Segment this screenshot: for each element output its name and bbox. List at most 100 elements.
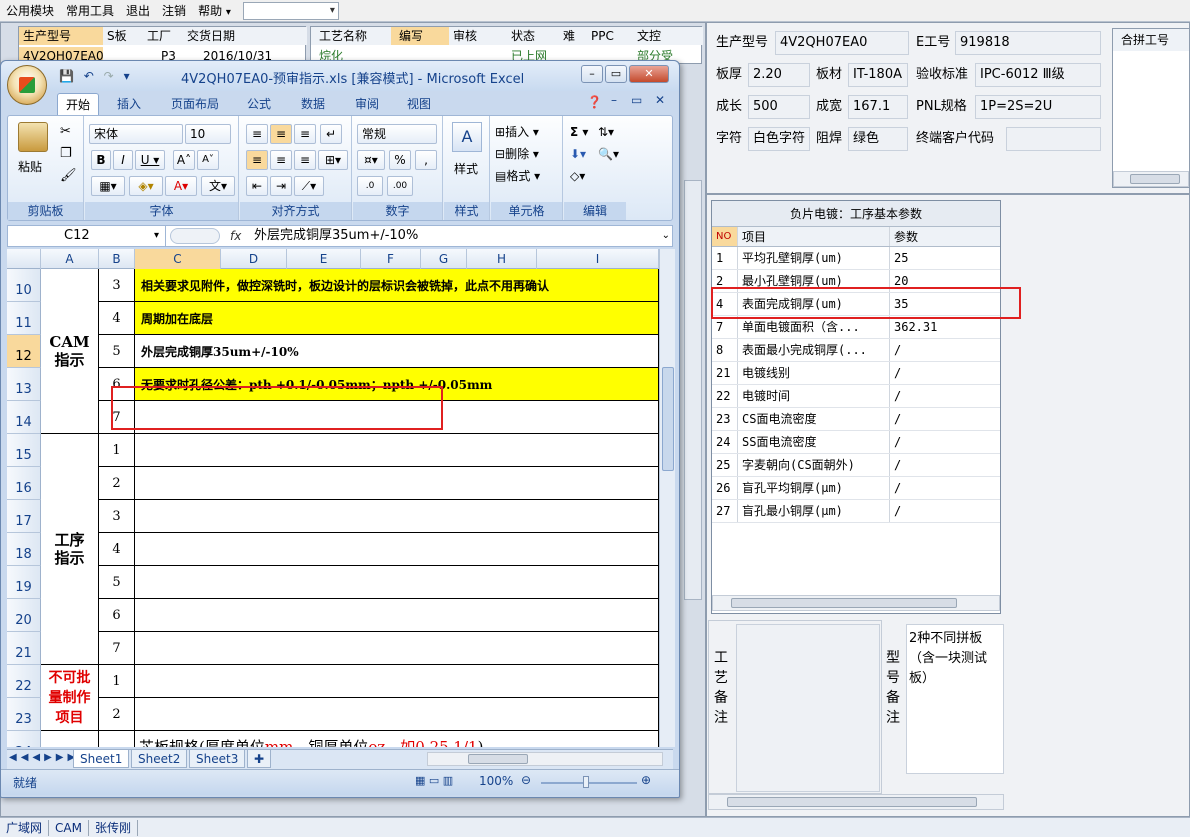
align-right-icon[interactable]: ≡ [294,150,316,170]
bg-col-difficulty[interactable]: 难 [559,27,587,45]
paste-button[interactable]: 粘贴 [18,158,42,175]
param-col-item[interactable]: 项目 [738,227,890,246]
param-row[interactable]: 25 字麦朝向(CS面朝外) / [712,454,1000,477]
field-pnl[interactable]: 1P=2S=2U [975,95,1101,119]
help-icon[interactable]: ❓ [587,95,602,109]
field-char[interactable]: 白色字符 [748,127,810,151]
close-icon[interactable]: ✕ [629,65,669,83]
nobatch-item-number[interactable]: 2 [99,698,135,731]
tab-view[interactable]: 视图 [399,93,439,115]
ribbon-close-icon[interactable]: ✕ [655,93,665,107]
core-spec-header[interactable]: 芯板规格(厚度单位mm，铜厚单位oz，如0.25 1/1) [135,731,659,747]
maximize-icon[interactable]: ▭ [605,65,627,83]
sheet-tab-2[interactable]: Sheet2 [131,750,188,768]
comma-icon[interactable]: , [415,150,437,170]
wrap-text-icon[interactable]: ↵ [320,124,342,144]
sort-filter-icon[interactable]: ⇅▾ [598,122,614,142]
phonetic-icon[interactable]: 文▾ [201,176,235,196]
tab-home[interactable]: 开始 [57,93,100,115]
cell-b24[interactable] [99,731,135,747]
menu-logout[interactable]: 注销 [156,0,192,22]
col-header-a[interactable]: A [41,249,99,269]
field-length[interactable]: 500 [748,95,810,119]
process-item-number[interactable]: 5 [99,566,135,599]
nobatch-item-text[interactable] [135,665,659,698]
formula-zoom-handle[interactable] [170,228,220,244]
bg-col-doc[interactable]: 文控 [633,27,703,45]
autosum-icon[interactable]: Σ ▾ [570,122,588,142]
field-e-no[interactable]: 919818 [955,31,1101,55]
row-header[interactable]: 14 [7,401,41,434]
notes-hscroll[interactable] [708,794,1004,810]
zoom-slider[interactable] [541,782,637,784]
select-all-corner[interactable] [7,249,41,269]
process-item-text[interactable] [135,566,659,599]
align-top-icon[interactable]: ≡ [246,124,268,144]
row-header[interactable]: 19 [7,566,41,599]
zoom-in-icon[interactable]: ⊕ [641,773,651,787]
styles-icon[interactable]: A [452,122,482,152]
cam-item-text[interactable]: 相关要求见附件，做控深铣时，板边设计的层标识会被铣掉，此点不用再确认 [135,269,659,302]
increase-decimal-icon[interactable]: .0 [357,176,383,196]
format-cells-button[interactable]: ▤格式 ▾ [495,166,540,186]
param-row[interactable]: 1 平均孔壁铜厚(um) 25 [712,247,1000,270]
process-item-number[interactable]: 7 [99,632,135,665]
align-middle-icon[interactable]: ≡ [270,124,292,144]
bg-col-model[interactable]: 生产型号 [19,27,103,45]
field-mask[interactable]: 绿色 [848,127,908,151]
bg-col-ppc[interactable]: PPC [587,27,633,45]
field-material[interactable]: IT-180A [848,63,908,87]
menu-public-modules[interactable]: 公用模块 [0,0,60,22]
ribbon-minimize-icon[interactable]: – [611,93,617,107]
col-header-h[interactable]: H [467,249,537,269]
fill-color-icon[interactable]: ◈▾ [129,176,163,196]
excel-titlebar[interactable]: 💾 ↶ ↷ ▾ 4V2QH07EA0-预审指示.xls [兼容模式] - Mic… [1,61,679,91]
param-row[interactable]: 26 盲孔平均铜厚(μm) / [712,477,1000,500]
field-width[interactable]: 167.1 [848,95,908,119]
param-row[interactable]: 21 电镀线别 / [712,362,1000,385]
toolbar-dropdown[interactable] [242,1,339,20]
row-header[interactable]: 22 [7,665,41,698]
row-header[interactable]: 18 [7,533,41,566]
process-item-number[interactable]: 3 [99,500,135,533]
param-row[interactable]: 27 盲孔最小铜厚(μm) / [712,500,1000,523]
process-item-text[interactable] [135,500,659,533]
chevron-down-icon[interactable]: ▾ [124,69,130,83]
decrease-decimal-icon[interactable]: .00 [387,176,413,196]
cam-item-text[interactable]: 外层完成铜厚35um+/-10% [135,335,659,368]
row-header[interactable]: 16 [7,467,41,500]
param-row[interactable]: 7 单面电镀面积（含... 362.31 [712,316,1000,339]
row-header[interactable]: 24 [7,731,41,747]
field-prod-model[interactable]: 4V2QH07EA0 [775,31,909,55]
font-shrink-icon[interactable]: A˅ [197,150,219,170]
redo-icon[interactable]: ↷ [104,69,114,83]
decrease-indent-icon[interactable]: ⇤ [246,176,268,196]
cam-instruction-label[interactable]: CAM 指示 [41,269,99,434]
bg-col-author[interactable]: 编写 [391,27,449,45]
process-item-text[interactable] [135,599,659,632]
cam-item-number[interactable]: 4 [99,302,135,335]
font-name-select[interactable]: 宋体 [89,124,183,144]
formula-content[interactable]: 外层完成铜厚35um+/-10% [254,226,418,246]
merge-center-icon[interactable]: ⊞▾ [318,150,348,170]
menu-common-tools[interactable]: 常用工具 [60,0,120,22]
expand-formula-icon[interactable]: ⌄ [662,226,670,246]
bg-col-review[interactable]: 审核 [449,27,507,45]
process-item-number[interactable]: 6 [99,599,135,632]
field-customer[interactable] [1006,127,1101,151]
col-header-g[interactable]: G [421,249,467,269]
align-bottom-icon[interactable]: ≡ [294,124,316,144]
col-header-d[interactable]: D [221,249,287,269]
row-header[interactable]: 12 [7,335,41,368]
align-center-icon[interactable]: ≡ [270,150,292,170]
row-header[interactable]: 21 [7,632,41,665]
row-header[interactable]: 11 [7,302,41,335]
col-header-f[interactable]: F [361,249,421,269]
bg-col-factory[interactable]: 工厂 [143,27,183,45]
zoom-slider-handle[interactable] [583,776,589,788]
process-instruction-label[interactable]: 工序 指示 [41,434,99,665]
view-mode-icons[interactable]: ▦ ▭ ▥ [415,774,453,787]
bg-col-date[interactable]: 交货日期 [183,27,307,45]
param-row[interactable]: 23 CS面电流密度 / [712,408,1000,431]
row-header[interactable]: 10 [7,269,41,302]
